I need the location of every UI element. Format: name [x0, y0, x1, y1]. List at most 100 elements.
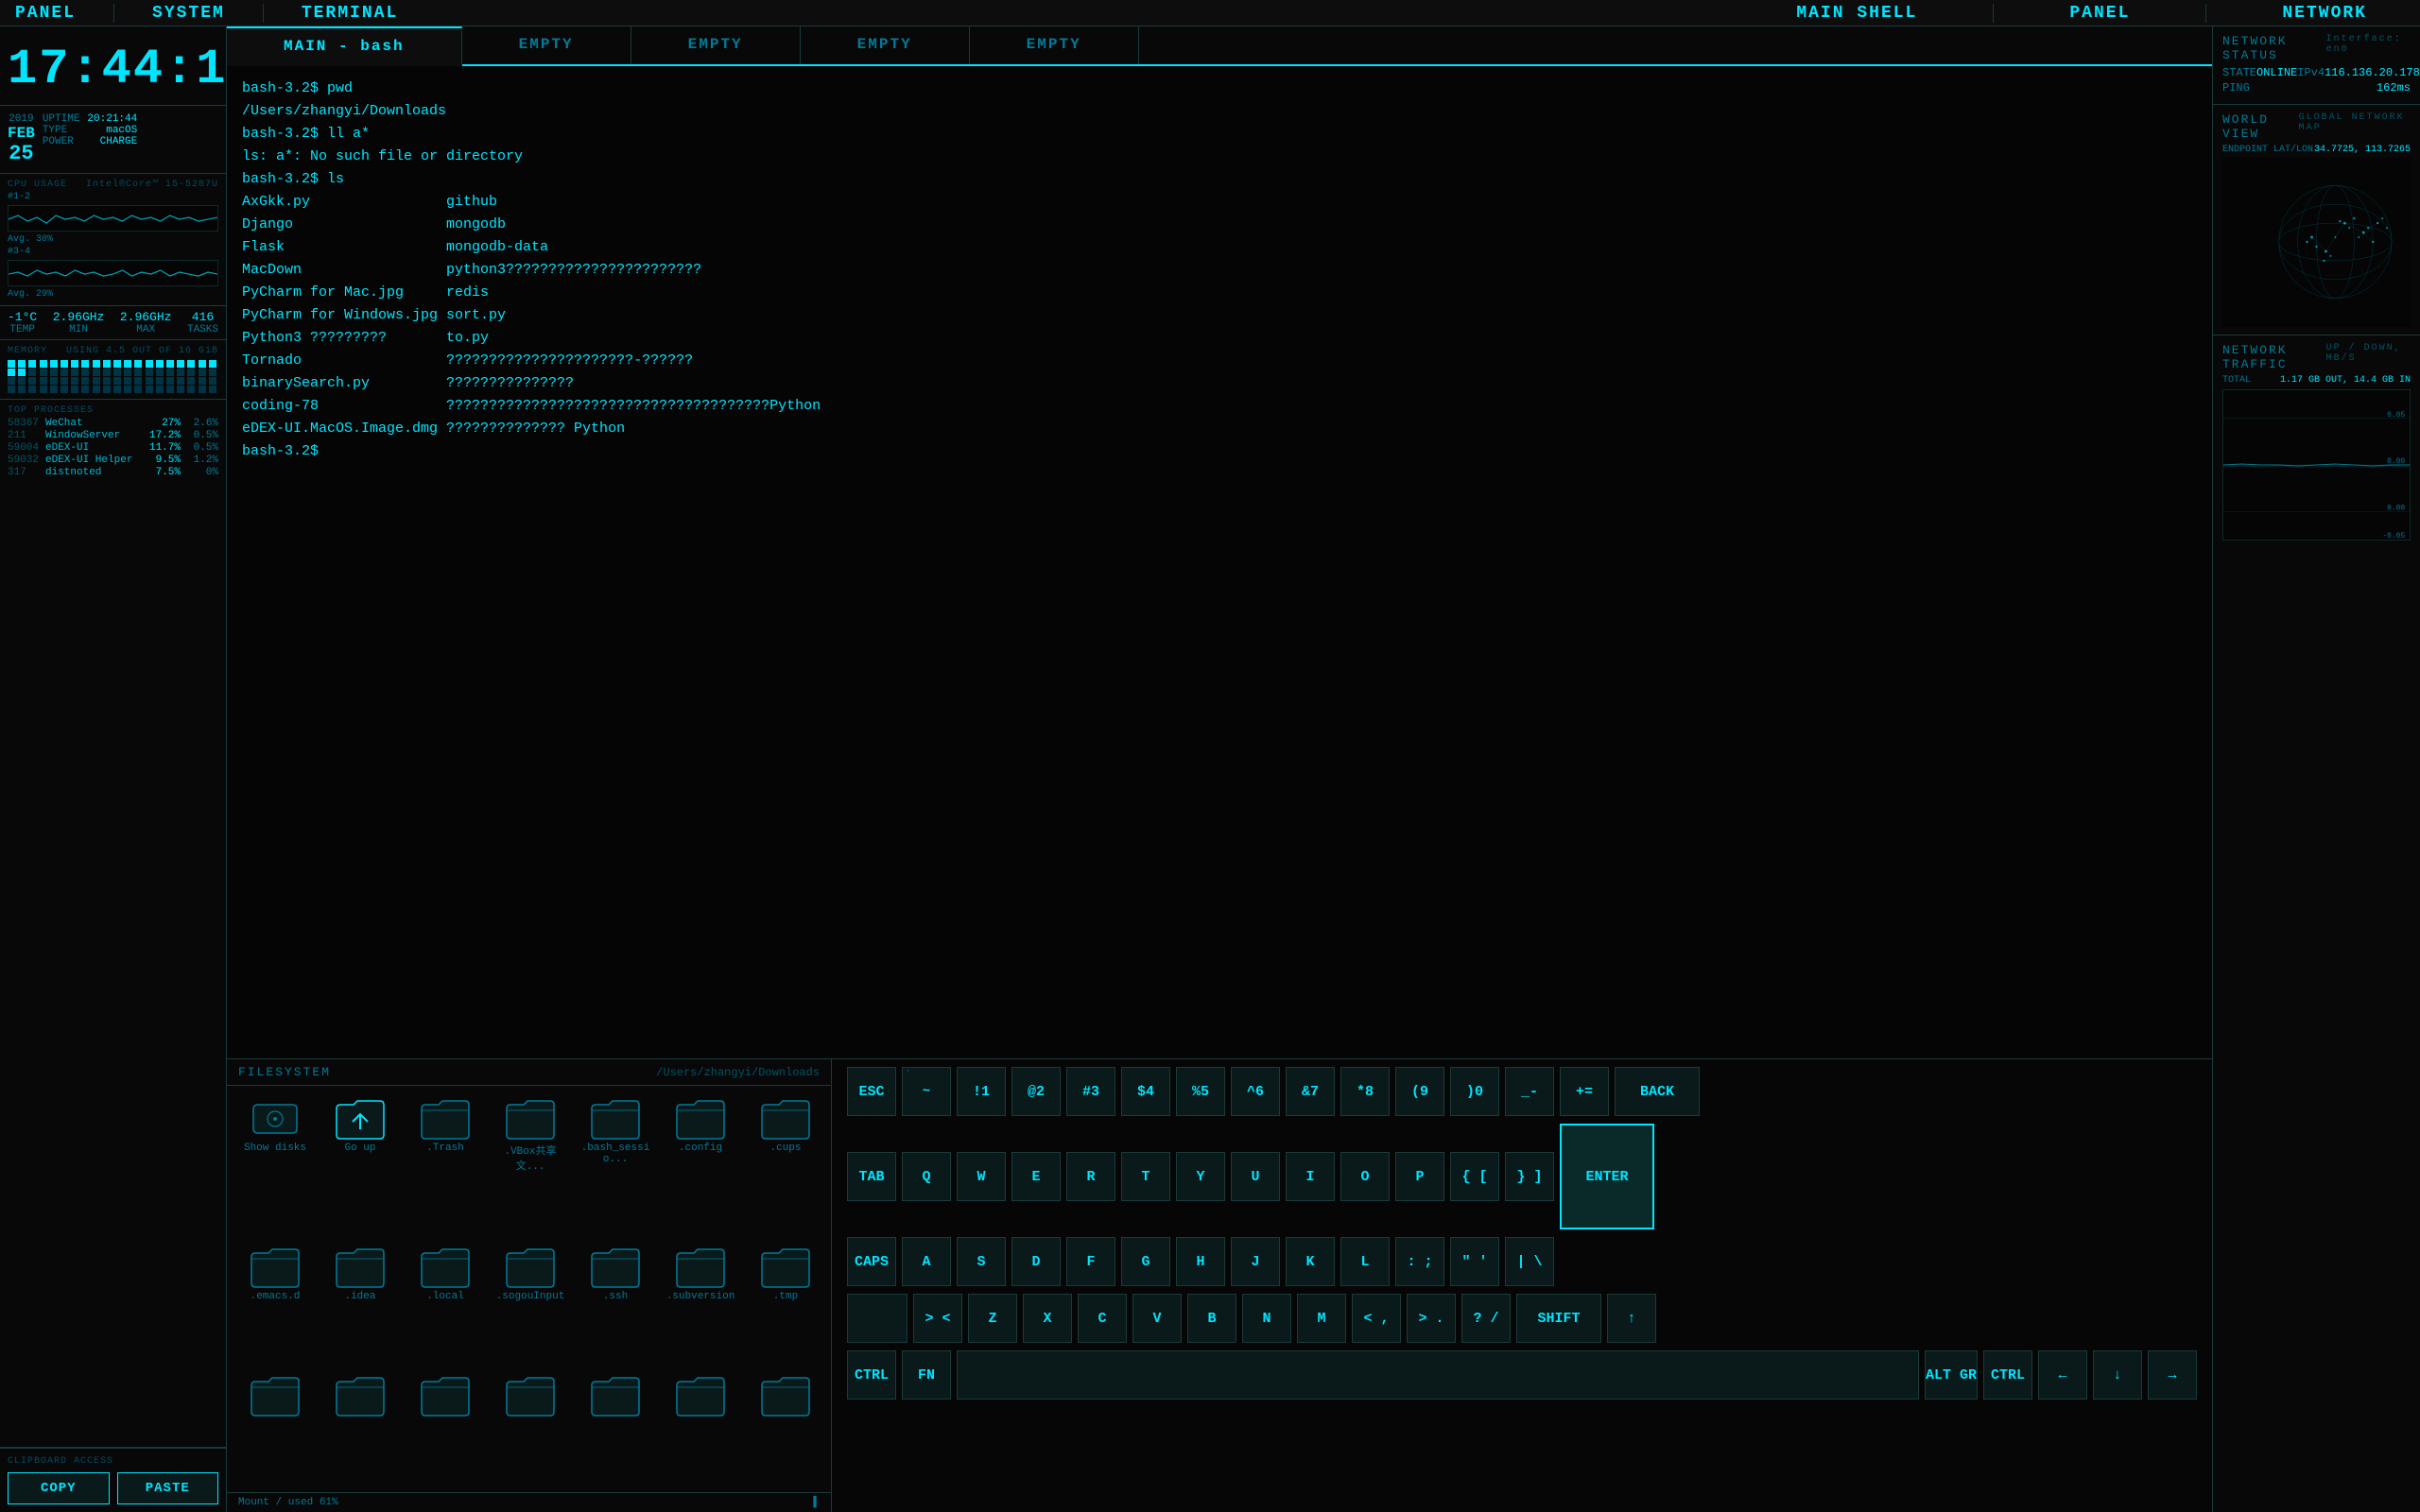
key-$4[interactable]: $4	[1121, 1067, 1170, 1116]
topbar-panel-right[interactable]: PANEL	[2069, 4, 2130, 23]
key-l[interactable]: L	[1340, 1237, 1390, 1286]
key-@2[interactable]: @2	[1011, 1067, 1061, 1116]
terminal-tab-4[interactable]: EMPTY	[970, 26, 1139, 64]
key-shift[interactable]: SHIFT	[1516, 1294, 1601, 1343]
key-(9[interactable]: (9	[1395, 1067, 1444, 1116]
fs-item-5[interactable]: .config	[660, 1093, 741, 1238]
key-x[interactable]: X	[1023, 1294, 1072, 1343]
key-altgr[interactable]: ALT GR	[1925, 1350, 1978, 1400]
key-v[interactable]: V	[1132, 1294, 1182, 1343]
key-<,[interactable]: < ,	[1352, 1294, 1401, 1343]
key->.[interactable]: > .	[1407, 1294, 1456, 1343]
terminal-tab-1[interactable]: EMPTY	[462, 26, 631, 64]
key-^6[interactable]: ^6	[1231, 1067, 1280, 1116]
fs-item-19[interactable]	[660, 1370, 741, 1485]
fs-item-9[interactable]: .local	[405, 1242, 486, 1367]
topbar-panel[interactable]: PANEL	[15, 4, 76, 23]
key-ctrl[interactable]: CTRL	[847, 1350, 896, 1400]
key-#3[interactable]: #3	[1066, 1067, 1115, 1116]
key-?/[interactable]: ? /	[1461, 1294, 1511, 1343]
topbar-terminal[interactable]: TERMINAL	[302, 4, 398, 23]
key-~[interactable]: `~	[902, 1067, 951, 1116]
key-→[interactable]: →	[2148, 1350, 2197, 1400]
key-><[interactable]: > <	[913, 1294, 962, 1343]
key-r[interactable]: R	[1066, 1152, 1115, 1201]
fs-item-8[interactable]: .idea	[320, 1242, 401, 1367]
fs-item-20[interactable]	[745, 1370, 826, 1485]
key-caps[interactable]: CAPS	[847, 1237, 896, 1286]
fs-item-12[interactable]: .subversion	[660, 1242, 741, 1367]
key-←[interactable]: ←	[2038, 1350, 2087, 1400]
topbar-network[interactable]: NETWORK	[2282, 4, 2367, 23]
key-↑[interactable]: ↑	[1607, 1294, 1656, 1343]
key-fn[interactable]: FN	[902, 1350, 951, 1400]
fs-item-name: .VBox共享文...	[493, 1143, 567, 1173]
key-&7[interactable]: &7	[1286, 1067, 1335, 1116]
key-u[interactable]: U	[1231, 1152, 1280, 1201]
terminal-output[interactable]: bash-3.2$ pwd/Users/zhangyi/Downloadsbas…	[227, 66, 2212, 1058]
key-t[interactable]: T	[1121, 1152, 1170, 1201]
key-e[interactable]: E	[1011, 1152, 1061, 1201]
key-enter[interactable]: ENTER	[1560, 1124, 1654, 1229]
topbar-main-shell[interactable]: MAIN SHELL	[1796, 4, 1917, 23]
paste-button[interactable]: PASTE	[117, 1472, 219, 1504]
key-b[interactable]: B	[1187, 1294, 1236, 1343]
key-}][interactable]: } ]	[1505, 1152, 1554, 1201]
key-↓[interactable]: ↓	[2093, 1350, 2142, 1400]
fs-item-18[interactable]	[575, 1370, 656, 1485]
key-!1[interactable]: !1	[957, 1067, 1006, 1116]
terminal-tab-3[interactable]: EMPTY	[801, 26, 970, 64]
key-+=[interactable]: +=	[1560, 1067, 1609, 1116]
fs-item-17[interactable]	[490, 1370, 571, 1485]
key-i[interactable]: I	[1286, 1152, 1335, 1201]
fs-item-3[interactable]: .VBox共享文...	[490, 1093, 571, 1238]
fs-item-11[interactable]: .ssh	[575, 1242, 656, 1367]
key-ctrl[interactable]: CTRL	[1983, 1350, 2032, 1400]
key-w[interactable]: W	[957, 1152, 1006, 1201]
topbar-system[interactable]: SYSTEM	[152, 4, 225, 23]
fs-item-14[interactable]	[234, 1370, 316, 1485]
key-q[interactable]: Q	[902, 1152, 951, 1201]
fs-item-15[interactable]	[320, 1370, 401, 1485]
key-k[interactable]: K	[1286, 1237, 1335, 1286]
key-{[[interactable]: { [	[1450, 1152, 1499, 1201]
key-j[interactable]: J	[1231, 1237, 1280, 1286]
key-)0[interactable]: )0	[1450, 1067, 1499, 1116]
key-s[interactable]: S	[957, 1237, 1006, 1286]
fs-item-2[interactable]: .Trash	[405, 1093, 486, 1238]
key-|\[interactable]: | \	[1505, 1237, 1554, 1286]
key-a[interactable]: A	[902, 1237, 951, 1286]
fs-item-13[interactable]: .tmp	[745, 1242, 826, 1367]
fs-item-16[interactable]	[405, 1370, 486, 1485]
key-m[interactable]: M	[1297, 1294, 1346, 1343]
key-tab[interactable]: TAB	[847, 1152, 896, 1201]
fs-item-6[interactable]: .cups	[745, 1093, 826, 1238]
key-h[interactable]: H	[1176, 1237, 1225, 1286]
key-n[interactable]: N	[1242, 1294, 1291, 1343]
fs-item-0[interactable]: Show disks	[234, 1093, 316, 1238]
copy-button[interactable]: COPY	[8, 1472, 110, 1504]
key-c[interactable]: C	[1078, 1294, 1127, 1343]
key-g[interactable]: G	[1121, 1237, 1170, 1286]
key-y[interactable]: Y	[1176, 1152, 1225, 1201]
key-back[interactable]: BACK	[1615, 1067, 1700, 1116]
key-%5[interactable]: %5	[1176, 1067, 1225, 1116]
terminal-tab-0[interactable]: MAIN - bash	[227, 26, 462, 66]
key-space[interactable]	[957, 1350, 1919, 1400]
key-_-[interactable]: _-	[1505, 1067, 1554, 1116]
key-*8[interactable]: *8	[1340, 1067, 1390, 1116]
key-p[interactable]: P	[1395, 1152, 1444, 1201]
key-esc[interactable]: ESC	[847, 1067, 896, 1116]
key-f[interactable]: F	[1066, 1237, 1115, 1286]
key-z[interactable]: Z	[968, 1294, 1017, 1343]
key-o[interactable]: O	[1340, 1152, 1390, 1201]
fs-item-10[interactable]: .sogouInput	[490, 1242, 571, 1367]
key-d[interactable]: D	[1011, 1237, 1061, 1286]
key-:;[interactable]: : ;	[1395, 1237, 1444, 1286]
terminal-tab-2[interactable]: EMPTY	[631, 26, 801, 64]
key-"'[interactable]: " '	[1450, 1237, 1499, 1286]
fs-item-4[interactable]: .bash_sessio...	[575, 1093, 656, 1238]
fs-item-7[interactable]: .emacs.d	[234, 1242, 316, 1367]
fs-item-1[interactable]: Go up	[320, 1093, 401, 1238]
key-spaceleft[interactable]	[847, 1294, 908, 1343]
